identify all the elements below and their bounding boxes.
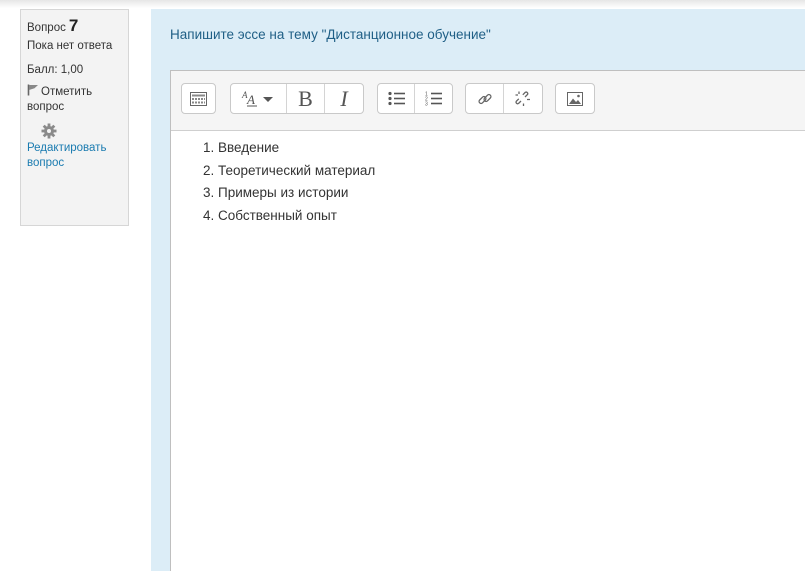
toolbar-group-media [555,83,595,114]
editor-toolbar: A A B I 1 2 3 [171,71,805,131]
question-text: Напишите эссе на тему "Дистанционное обу… [170,27,491,42]
list-item: 1. Введение [203,140,280,155]
question-grade: Балл: 1,00 [27,64,84,76]
svg-text:3: 3 [425,102,428,107]
flag-icon [27,84,39,96]
show-more-buttons-button[interactable] [182,84,215,113]
link-icon [477,91,493,107]
toolbar-group-collapse [181,83,216,114]
list-item: 3. Примеры из истории [203,185,349,200]
italic-button[interactable]: I [325,84,363,113]
question-state: Пока нет ответа [27,40,113,52]
bold-icon: B [298,85,313,111]
toolbar-group-lists: 123 [377,83,453,114]
edit-question-label: Редактировать вопрос [27,142,107,169]
question-number: Вопрос 7 [27,16,128,36]
list-item: 4. Собственный опыт [203,207,337,223]
editor-content[interactable]: 1. Введение 2. Теоретический материал 3.… [171,131,805,227]
answer-editor[interactable]: A A B I 1 2 3 1. Введение 2. Теоретическ… [170,70,805,571]
italic-icon: I [340,85,348,111]
toolbar-group-style: A A B I [230,83,364,114]
link-button[interactable] [466,84,504,113]
insert-image-button[interactable] [556,84,594,113]
show-more-buttons-icon [190,91,207,106]
list-item: 2. Теоретический материал [203,162,376,178]
essay-outline-list: 1. Введение 2. Теоретический материал 3.… [203,137,805,227]
svg-text:A: A [246,92,255,107]
ordered-list-button[interactable]: 123 [415,84,452,113]
text-style-button[interactable]: A A [231,84,287,113]
image-icon [567,91,583,106]
bold-button[interactable]: B [287,84,325,113]
question-label: Вопрос [27,22,66,34]
top-shadow [0,0,805,8]
question-number-value: 7 [68,16,79,35]
gear-icon [41,123,57,139]
ordered-list-icon: 123 [425,91,442,106]
text-style-icon: A A [241,90,277,108]
unlink-icon [515,90,531,107]
toolbar-group-links [465,83,543,114]
question-info-panel: Вопрос 7 Пока нет ответа Балл: 1,00 Отме… [20,9,129,226]
unordered-list-icon [387,91,405,106]
unlink-button[interactable] [504,84,542,113]
edit-question-link[interactable]: Редактировать вопрос [27,123,128,171]
question-content: Напишите эссе на тему "Дистанционное обу… [151,9,805,571]
flag-question-button[interactable]: Отметить вопрос [27,84,128,115]
unordered-list-button[interactable] [378,84,415,113]
